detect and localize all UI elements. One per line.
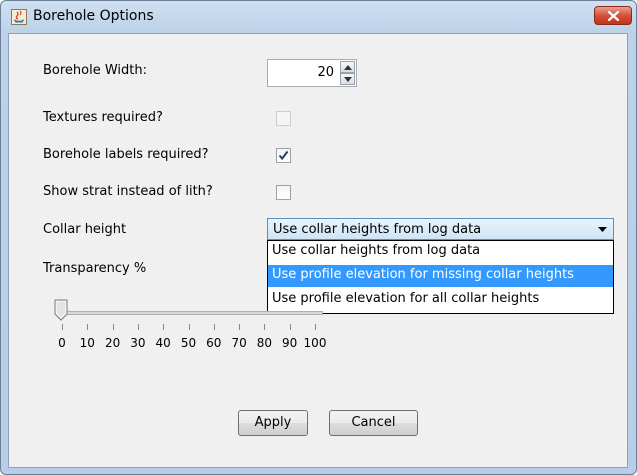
slider-tick	[264, 324, 266, 330]
chevron-up-icon	[344, 65, 352, 70]
collar-height-dropdown[interactable]: Use collar heights from log data	[267, 218, 614, 240]
borehole-width-label: Borehole Width:	[43, 63, 148, 78]
slider-tick-label: 20	[104, 336, 121, 350]
transparency-slider-track[interactable]	[61, 311, 323, 315]
slider-tick-label: 70	[231, 336, 247, 350]
java-app-icon	[11, 9, 27, 25]
slider-tick	[112, 324, 114, 330]
slider-tick-label: 30	[130, 336, 146, 350]
borehole-options-dialog: Borehole Options Borehole Width: 20 Text…	[0, 0, 637, 475]
textures-checkbox[interactable]	[276, 111, 291, 126]
show-strat-checkbox[interactable]	[276, 185, 291, 200]
slider-tick	[213, 324, 215, 330]
slider-tick	[315, 324, 316, 330]
slider-tick-label: 10	[79, 336, 95, 350]
collar-height-label: Collar height	[43, 222, 127, 237]
slider-tick-label: 80	[256, 336, 273, 350]
slider-tick-label: 40	[155, 336, 171, 350]
window-title: Borehole Options	[33, 8, 154, 24]
slider-tick-label: 100	[303, 336, 327, 350]
slider-tick	[239, 324, 241, 330]
slider-tick	[137, 324, 139, 330]
collar-option-all-heights[interactable]: Use profile elevation for all collar hei…	[268, 289, 613, 311]
close-button[interactable]	[594, 6, 632, 25]
borehole-labels-label: Borehole labels required?	[43, 147, 209, 162]
show-strat-label: Show strat instead of lith?	[43, 184, 213, 199]
dialog-content: Borehole Width: 20 Textures required? Bo…	[8, 33, 628, 468]
spinner-up-button[interactable]	[340, 61, 355, 73]
slider-tick	[188, 324, 190, 330]
transparency-label: Transparency %	[43, 261, 147, 276]
collar-height-options-list: Use collar heights from log data Use pro…	[267, 240, 614, 314]
transparency-slider-thumb[interactable]	[54, 299, 68, 321]
dropdown-arrow-icon	[598, 227, 607, 232]
slider-tick-label: 90	[282, 336, 298, 350]
slider-tick	[289, 324, 291, 330]
slider-tick-label: 60	[206, 336, 222, 350]
slider-tick	[62, 324, 63, 330]
slider-tick-label: 0	[58, 336, 66, 350]
borehole-labels-checkbox[interactable]	[276, 148, 291, 163]
title-bar[interactable]: Borehole Options	[1, 1, 636, 33]
close-icon	[608, 11, 619, 21]
apply-button[interactable]: Apply	[238, 410, 308, 436]
collar-height-selected: Use collar heights from log data	[273, 222, 482, 237]
chevron-down-icon	[344, 77, 352, 82]
slider-tick	[87, 324, 89, 330]
borehole-width-value[interactable]: 20	[317, 65, 334, 80]
slider-tick-label: 50	[180, 336, 197, 350]
spinner-down-button[interactable]	[340, 73, 355, 85]
borehole-width-spinner[interactable]: 20	[267, 59, 357, 87]
cancel-button[interactable]: Cancel	[329, 410, 418, 436]
slider-tick	[163, 324, 165, 330]
collar-option-log-data[interactable]: Use collar heights from log data	[268, 241, 613, 263]
checkmark-icon	[278, 150, 289, 161]
textures-label: Textures required?	[43, 110, 163, 125]
collar-option-missing-heights[interactable]: Use profile elevation for missing collar…	[268, 265, 613, 287]
